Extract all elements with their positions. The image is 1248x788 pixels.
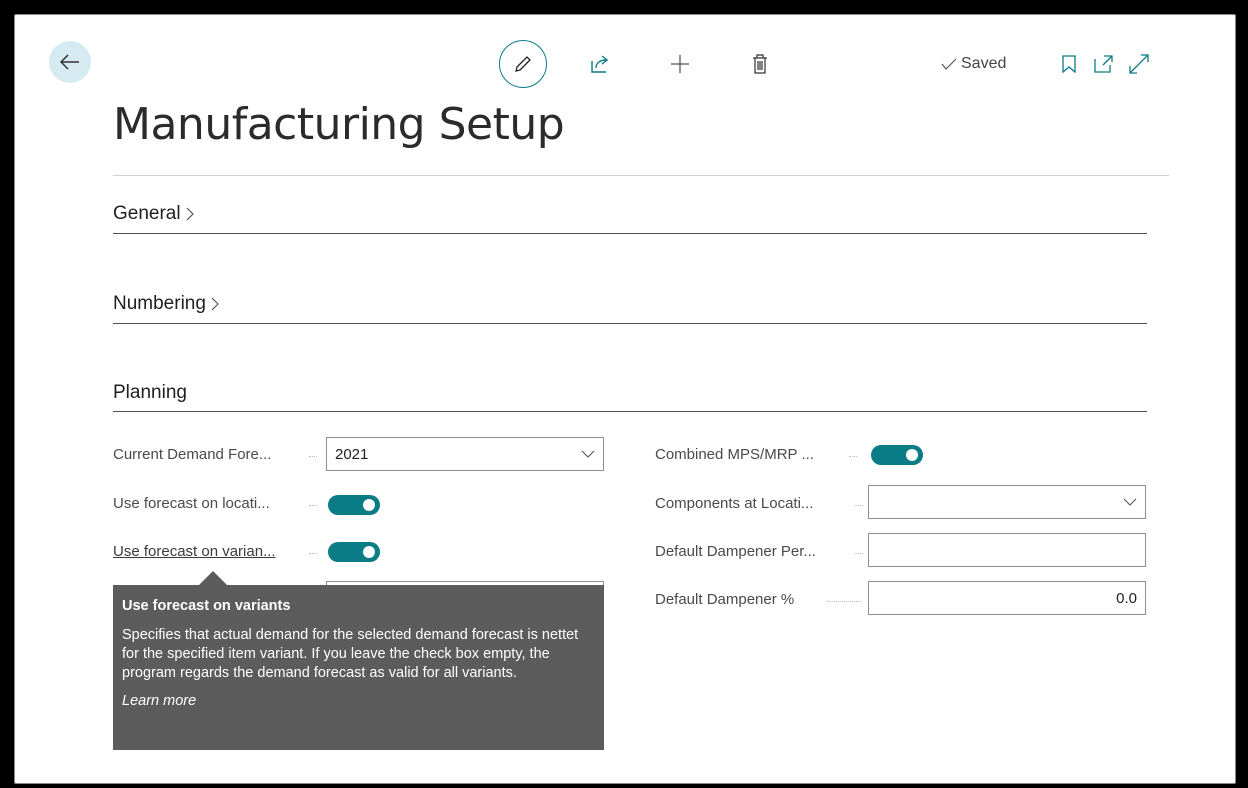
page-title: Manufacturing Setup <box>113 99 565 150</box>
divider <box>113 175 1169 176</box>
leader-dots <box>827 601 861 602</box>
leader-dots <box>855 553 863 554</box>
chevron-right-icon <box>186 207 194 221</box>
current-demand-forecast-select[interactable]: 2021 <box>326 437 604 471</box>
components-at-location-select[interactable] <box>868 485 1146 519</box>
tooltip-title: Use forecast on variants <box>122 598 291 614</box>
default-dampener-pct-value: 0.0 <box>1116 589 1137 607</box>
section-numbering-header[interactable]: Numbering <box>113 293 220 315</box>
chevron-down-icon <box>581 450 595 458</box>
default-dampener-period-label: Default Dampener Per... <box>655 543 816 560</box>
default-dampener-pct-input[interactable]: 0.0 <box>868 581 1146 615</box>
section-general-header[interactable]: General <box>113 203 195 225</box>
current-demand-forecast-label: Current Demand Fore... <box>113 446 272 463</box>
default-dampener-period-input[interactable] <box>868 533 1146 567</box>
trash-icon <box>753 54 767 74</box>
share-button[interactable] <box>587 51 613 77</box>
use-forecast-variants-toggle[interactable] <box>328 542 380 562</box>
tooltip: Use forecast on variants Specifies that … <box>113 585 604 750</box>
leader-dots <box>309 505 317 506</box>
default-dampener-pct-label: Default Dampener % <box>655 591 795 608</box>
delete-button[interactable] <box>747 51 773 77</box>
section-planning-header[interactable]: Planning <box>113 382 187 404</box>
toggle-knob <box>363 499 375 511</box>
popout-icon <box>1094 55 1113 73</box>
divider <box>113 411 1147 412</box>
tooltip-body: Specifies that actual demand for the sel… <box>122 627 579 681</box>
section-numbering-label: Numbering <box>113 293 206 314</box>
combined-mps-mrp-toggle[interactable] <box>871 445 923 465</box>
pencil-icon <box>515 56 531 72</box>
plus-icon <box>671 55 689 73</box>
use-forecast-location-label: Use forecast on locati... <box>113 495 270 512</box>
components-at-location-label: Components at Locati... <box>655 495 814 512</box>
use-forecast-variants-label[interactable]: Use forecast on varian... <box>113 543 276 560</box>
checkmark-icon <box>941 58 957 70</box>
bookmark-button[interactable] <box>1058 52 1080 76</box>
saved-label: Saved <box>961 55 1007 72</box>
edit-button[interactable] <box>499 40 547 88</box>
share-icon <box>591 55 609 73</box>
leader-dots <box>309 553 317 554</box>
divider <box>113 233 1147 234</box>
bookmark-icon <box>1062 55 1076 73</box>
page-window: Saved Manufacturing Setup General Number… <box>14 14 1236 784</box>
tooltip-arrow <box>199 571 227 585</box>
divider <box>113 323 1147 324</box>
toggle-knob <box>906 449 918 461</box>
arrow-left-icon <box>60 54 79 70</box>
back-button[interactable] <box>49 41 91 83</box>
toggle-knob <box>363 546 375 558</box>
leader-dots <box>309 456 317 457</box>
open-new-window-button[interactable] <box>1093 52 1115 76</box>
section-general-label: General <box>113 203 181 224</box>
use-forecast-location-toggle[interactable] <box>328 495 380 515</box>
leader-dots <box>855 505 863 506</box>
leader-dots <box>849 456 857 457</box>
chevron-down-icon <box>1123 498 1137 506</box>
expand-button[interactable] <box>1128 52 1150 76</box>
chevron-right-icon <box>211 297 219 311</box>
learn-more-link[interactable]: Learn more <box>122 692 196 711</box>
combined-mps-mrp-label: Combined MPS/MRP ... <box>655 446 814 463</box>
section-planning-label: Planning <box>113 382 187 403</box>
new-button[interactable] <box>667 51 693 77</box>
current-demand-forecast-value: 2021 <box>335 445 369 463</box>
saved-status: Saved <box>941 55 1006 73</box>
expand-icon <box>1129 54 1149 74</box>
